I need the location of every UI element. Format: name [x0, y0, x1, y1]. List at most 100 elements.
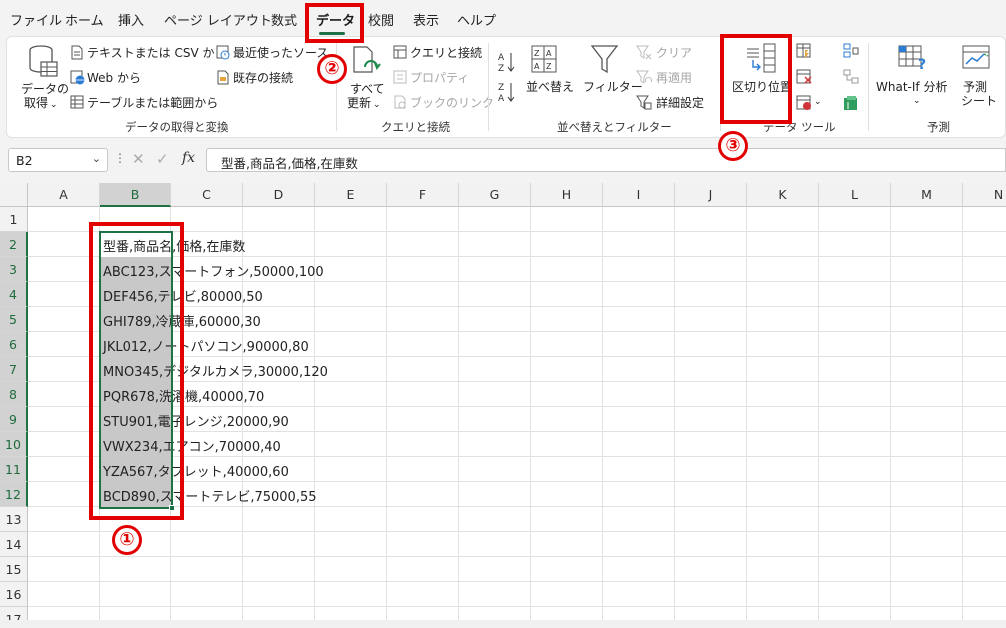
tab-file[interactable]: ファイル — [10, 10, 62, 29]
row-header[interactable]: 15 — [0, 557, 28, 582]
tab-home[interactable]: ホーム — [65, 10, 104, 29]
select-all-corner[interactable] — [0, 183, 28, 207]
column-header[interactable]: K — [747, 183, 819, 207]
forecast-sheet-button[interactable]: 予測 — [963, 80, 987, 94]
existing-connections-button[interactable]: 既存の接続 — [233, 71, 293, 85]
cancel-entry-icon[interactable]: ✕ — [132, 150, 145, 168]
group-separator — [868, 43, 869, 131]
from-web-button[interactable]: Web から — [87, 71, 141, 85]
properties-button[interactable]: プロパティ — [410, 71, 469, 85]
workbook-links-icon — [394, 95, 406, 109]
tab-review[interactable]: 校閲 — [368, 10, 394, 29]
column-header[interactable]: A — [28, 183, 100, 207]
column-header[interactable]: D — [243, 183, 315, 207]
row-header[interactable]: 6 — [0, 332, 28, 357]
row-header[interactable]: 10 — [0, 432, 28, 457]
row-header[interactable]: 11 — [0, 457, 28, 482]
confirm-entry-icon[interactable]: ✓ — [156, 150, 169, 168]
formula-text: 型番,商品名,価格,在庫数 — [221, 156, 358, 171]
recent-sources-button[interactable]: 最近使ったソース — [233, 46, 328, 60]
formula-input[interactable]: 型番,商品名,価格,在庫数 — [206, 148, 1006, 172]
chevron-down-icon[interactable]: ⌄ — [913, 94, 921, 108]
filter-funnel-icon — [590, 45, 619, 74]
workbook-links-button[interactable]: ブックのリンク — [410, 96, 494, 110]
forecast-sheet-label[interactable]: シート — [961, 94, 997, 108]
row-header[interactable]: 7 — [0, 357, 28, 382]
clear-filter-button[interactable]: クリア — [656, 46, 692, 60]
filter-button[interactable]: フィルター — [583, 80, 643, 94]
gridline — [890, 207, 891, 628]
from-table-range-button[interactable]: テーブルまたは範囲から — [87, 96, 218, 110]
get-data-label-line2: 取得 — [24, 96, 49, 110]
chevron-down-icon[interactable]: ⌄ — [92, 152, 101, 165]
row-header[interactable]: 9 — [0, 407, 28, 432]
annotation-step-2: ② — [317, 54, 347, 84]
gridline — [28, 556, 1006, 557]
svg-text:A: A — [546, 49, 552, 58]
chevron-down-icon[interactable]: ⌄ — [814, 95, 822, 109]
queries-connections-button[interactable]: クエリと接続 — [410, 46, 482, 60]
tab-formulas[interactable]: 数式 — [271, 10, 297, 29]
row-header[interactable]: 13 — [0, 507, 28, 532]
existing-connections-icon — [217, 70, 229, 85]
row-header[interactable]: 8 — [0, 382, 28, 407]
row-header[interactable]: 5 — [0, 307, 28, 332]
refresh-all-dropdown[interactable]: 更新 ⌄ — [347, 96, 381, 112]
get-data-dropdown[interactable]: 取得 ⌄ — [24, 96, 58, 112]
gridline — [530, 207, 531, 628]
column-header[interactable]: I — [603, 183, 675, 207]
annotation-step-1: ① — [112, 525, 142, 555]
refresh-all-button[interactable]: すべて — [350, 82, 385, 96]
row-header[interactable]: 16 — [0, 582, 28, 607]
row-header[interactable]: 4 — [0, 282, 28, 307]
column-header[interactable]: M — [891, 183, 963, 207]
gridline — [602, 207, 603, 628]
recent-sources-icon — [216, 45, 230, 60]
svg-text:Z: Z — [498, 83, 504, 93]
tab-page-layout[interactable]: ページ レイアウト — [164, 10, 272, 29]
name-box-value: B2 — [16, 153, 33, 168]
sort-button[interactable]: 並べ替え — [526, 80, 574, 94]
svg-text:Z: Z — [498, 64, 504, 73]
remove-duplicates-icon — [796, 69, 812, 84]
advanced-filter-icon — [636, 95, 652, 110]
annotation-step-3: ③ — [718, 131, 748, 161]
sort-za-icon: Z A — [498, 83, 515, 103]
database-icon — [29, 45, 58, 77]
column-header[interactable]: H — [531, 183, 603, 207]
refresh-all-icon — [353, 46, 381, 73]
column-header[interactable]: G — [459, 183, 531, 207]
what-if-analysis-button[interactable]: What-If 分析 — [876, 80, 947, 94]
forecast-sheet-icon — [962, 45, 990, 69]
row-header[interactable]: 14 — [0, 532, 28, 557]
from-text-csv-button[interactable]: テキストまたは CSV から — [87, 46, 226, 60]
column-header[interactable]: N — [963, 183, 1006, 207]
name-box[interactable]: B2 ⌄ — [8, 148, 108, 172]
refresh-label-line2: 更新 — [347, 96, 372, 110]
row-header[interactable]: 2 — [0, 232, 28, 257]
column-header[interactable]: J — [675, 183, 747, 207]
gridline — [674, 207, 675, 628]
row-header[interactable]: 1 — [0, 207, 28, 232]
row-header[interactable]: 3 — [0, 257, 28, 282]
svg-text:?: ? — [918, 57, 926, 72]
tab-view[interactable]: 表示 — [413, 10, 439, 29]
get-data-button[interactable]: データの — [21, 82, 69, 96]
gridline — [746, 207, 747, 628]
tab-insert[interactable]: 挿入 — [118, 10, 144, 29]
group-label-get-transform: データの取得と変換 — [125, 120, 229, 134]
column-header[interactable]: L — [819, 183, 891, 207]
insert-function-icon[interactable]: fx — [182, 150, 195, 166]
column-header[interactable]: B — [100, 183, 171, 207]
menu-tabs: ファイル ホーム 挿入 ページ レイアウト 数式 データ 校閲 表示 ヘルプ — [0, 0, 1006, 36]
column-header[interactable]: E — [315, 183, 387, 207]
column-header[interactable]: F — [387, 183, 459, 207]
horizontal-scrollbar[interactable] — [0, 620, 1006, 628]
reapply-filter-button[interactable]: 再適用 — [656, 71, 692, 85]
advanced-filter-button[interactable]: 詳細設定 — [656, 96, 704, 110]
row-header[interactable]: 12 — [0, 482, 28, 507]
gridline — [28, 531, 1006, 532]
column-header[interactable]: C — [171, 183, 243, 207]
tab-help[interactable]: ヘルプ — [457, 10, 496, 29]
gridline — [386, 207, 387, 628]
